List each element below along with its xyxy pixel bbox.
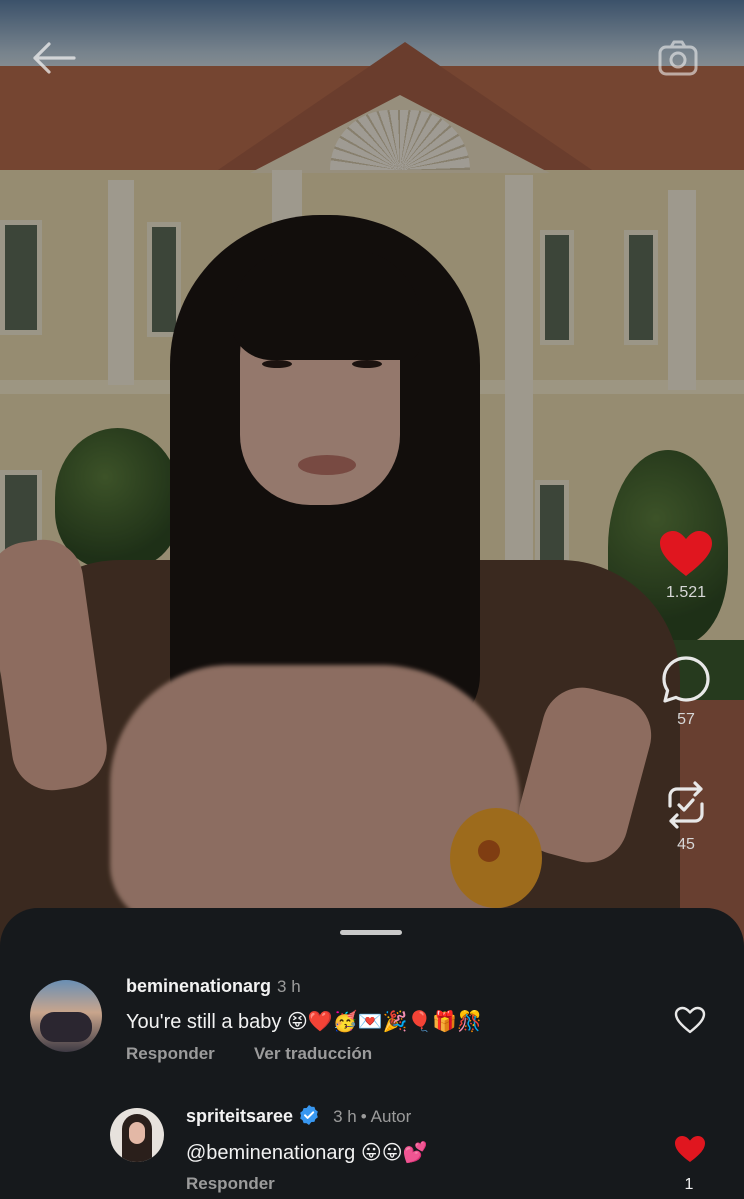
reply-username[interactable]: spriteitsaree [186, 1106, 293, 1126]
comment-button[interactable]: 57 [640, 655, 732, 729]
arrow-left-icon [33, 42, 76, 74]
reply-text: @beminenationarg 😛😛💕 [186, 1142, 428, 1164]
comment-header: beminenationarg 3 h [126, 976, 301, 997]
reply-button[interactable]: Responder [186, 1174, 275, 1194]
likes-count: 1.521 [665, 584, 707, 601]
avatar-group-figures [40, 1012, 92, 1042]
sheet-drag-handle[interactable] [340, 930, 402, 935]
reply-button[interactable]: Responder [126, 1044, 215, 1064]
avatar[interactable] [30, 980, 102, 1052]
verified-badge-icon [300, 1105, 318, 1125]
video-dim-overlay [0, 0, 744, 980]
video-player[interactable] [0, 0, 744, 980]
avatar-face [129, 1122, 145, 1144]
avatar[interactable] [110, 1108, 164, 1162]
heart-outline-icon [674, 1006, 706, 1034]
repost-button[interactable]: 45 [640, 780, 732, 854]
heart-icon [675, 1136, 705, 1162]
heart-icon [660, 531, 712, 576]
comments-count: 57 [677, 711, 695, 728]
reply-like-count: 1 [684, 1176, 694, 1193]
back-button[interactable] [30, 40, 76, 76]
camera-icon [658, 40, 698, 76]
comment-like-button[interactable] [674, 1006, 706, 1039]
comment-username[interactable]: beminenationarg [126, 976, 271, 996]
comments-sheet: beminenationarg 3 h You're still a baby 😝… [0, 908, 744, 1199]
translate-button[interactable]: Ver traducción [254, 1044, 372, 1064]
author-label: Autor [370, 1107, 412, 1126]
repost-icon [668, 781, 704, 829]
comment-text: You're still a baby 😝❤️🥳💌🎉🎈🎁🎊 [126, 1011, 483, 1033]
like-button[interactable]: 1.521 [640, 530, 732, 602]
screen: 1.521 57 45 beminenationarg 3 h You're st… [0, 0, 744, 1199]
reply-time: 3 h [333, 1107, 357, 1126]
camera-button[interactable] [656, 36, 700, 80]
separator-dot: • [360, 1107, 367, 1126]
speech-bubble-icon [662, 656, 710, 703]
reply-header: spriteitsaree 3 h • Autor [186, 1105, 411, 1127]
comment-time: 3 h [277, 977, 301, 996]
reply-like-button[interactable] [674, 1135, 706, 1168]
reposts-count: 45 [677, 836, 695, 853]
